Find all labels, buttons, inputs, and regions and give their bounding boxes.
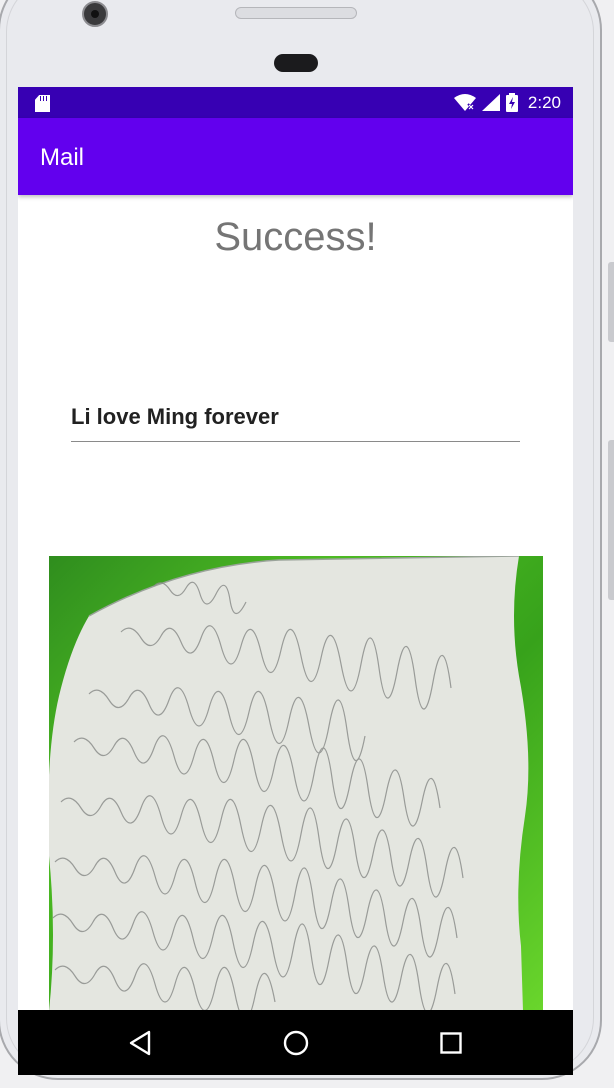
earpiece	[274, 54, 318, 72]
letter-paper-graphic	[49, 556, 529, 1011]
back-button[interactable]	[110, 1010, 170, 1075]
handwritten-letter-image	[49, 556, 543, 1011]
recents-button[interactable]	[421, 1010, 481, 1075]
status-time: 2:20	[527, 92, 561, 112]
status-bar: 2:20	[18, 87, 573, 118]
signal-icon	[481, 94, 500, 111]
wifi-icon	[453, 94, 476, 111]
home-button[interactable]	[266, 1010, 326, 1075]
app-bar: Mail	[18, 118, 573, 195]
navigation-bar	[18, 1010, 573, 1075]
content-area: Success! Li love Ming forever	[18, 195, 573, 1011]
front-camera-icon	[82, 1, 108, 27]
device-screen: 2:20 Mail Success! Li love Ming forever	[18, 87, 573, 1075]
recents-icon	[440, 1031, 462, 1054]
volume-button	[608, 440, 614, 600]
power-button	[608, 262, 614, 342]
battery-charging-icon	[505, 93, 518, 112]
sd-card-icon	[35, 95, 50, 112]
message-field[interactable]: Li love Ming forever	[71, 397, 520, 442]
back-icon	[129, 1030, 151, 1055]
app-title: Mail	[40, 144, 85, 171]
speaker-grille	[235, 7, 357, 19]
success-heading: Success!	[214, 215, 377, 259]
home-icon	[283, 1030, 309, 1055]
